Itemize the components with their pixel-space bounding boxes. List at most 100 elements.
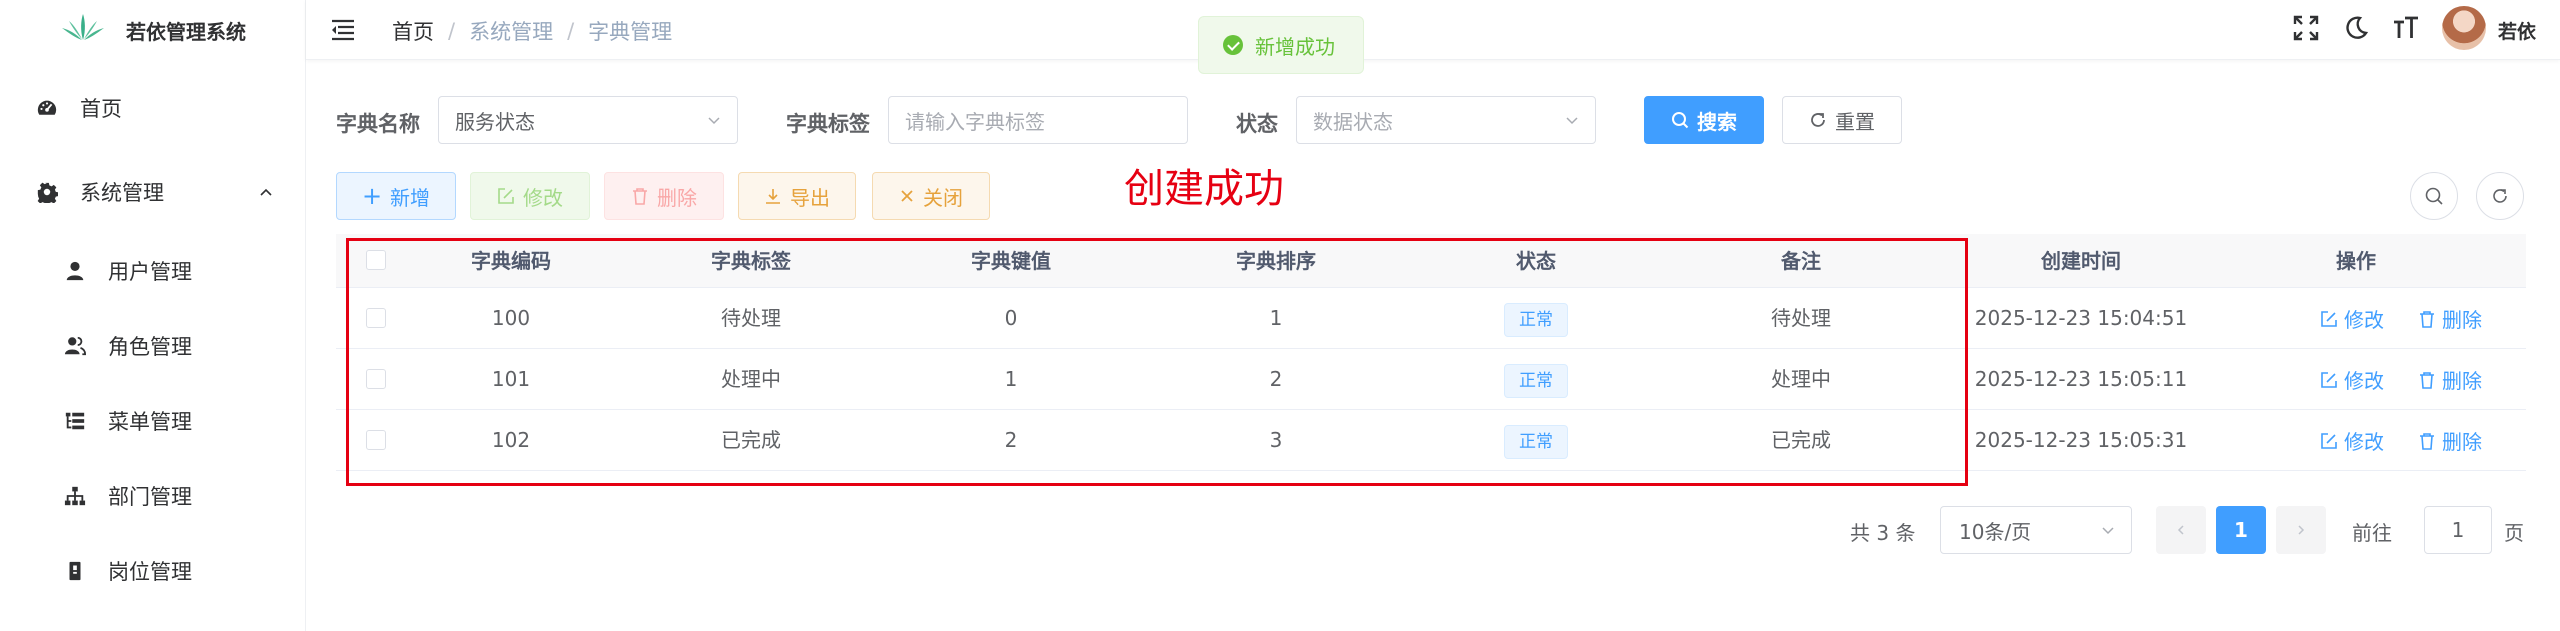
search-icon [2425,187,2443,205]
reset-button-label: 重置 [1835,109,1875,134]
navbar: 首页 / 系统管理 / 字典管理 若依 [306,0,2560,60]
peoples-icon [64,336,86,356]
logo[interactable]: 若依管理系统 [0,0,306,58]
column-header: 操作 [2336,249,2376,273]
moon-icon[interactable] [2342,14,2370,42]
plus-icon: + [361,182,383,210]
status-placeholder: 数据状态 [1313,109,1393,134]
search-icon [1672,112,1689,129]
breadcrumb-separator: / [567,19,575,43]
row-edit-link[interactable]: 修改 [2320,410,2384,471]
row-edit-link[interactable]: 修改 [2320,288,2384,349]
chevron-right-icon [2298,525,2305,535]
toggle-search-button[interactable] [2410,172,2458,220]
sidebar-item-label: 部门管理 [108,485,192,509]
sidebar-item-posts[interactable]: 岗位管理 [0,542,306,600]
page-number-button[interactable]: 1 [2216,506,2266,554]
dict-name-value: 服务状态 [455,109,535,134]
refresh-icon [1811,113,1825,127]
tree-table-icon [65,412,85,430]
edit-icon [2321,310,2337,327]
chevron-left-icon [2177,525,2184,535]
trash-icon [2420,432,2434,450]
sidebar-item-home[interactable]: 首页 [0,78,306,138]
export-button-label: 导出 [790,185,830,210]
dict-label-placeholder: 请输入字典标签 [905,109,1045,134]
next-page-button[interactable] [2276,506,2326,554]
chevron-down-icon [1566,117,1578,125]
trash-icon [633,188,647,205]
chevron-up-icon [260,188,272,196]
reset-button[interactable]: 重置 [1782,96,1902,144]
username[interactable]: 若依 [2498,17,2536,44]
column-header[interactable]: 创建时间 [1936,234,2226,288]
trash-icon [2420,371,2434,389]
prev-page-button[interactable] [2156,506,2206,554]
dashboard-icon [37,100,57,115]
sidebar-item-depts[interactable]: 部门管理 [0,467,306,525]
cell-created: 2025-12-23 15:05:31 [1974,428,2188,452]
font-size-icon[interactable] [2392,14,2420,42]
search-button-label: 搜索 [1697,109,1737,134]
row-delete-label: 删除 [2442,369,2482,393]
status-select[interactable]: 数据状态 [1296,96,1596,144]
sidebar-item-roles[interactable]: 角色管理 [0,317,306,375]
breadcrumb-home[interactable]: 首页 [392,16,434,46]
app-title: 若依管理系统 [126,20,246,44]
avatar[interactable] [2442,6,2486,50]
delete-button[interactable]: 删除 [604,172,724,220]
edit-icon [2321,432,2337,449]
close-button[interactable]: 关闭 [872,172,990,220]
row-edit-label: 修改 [2344,369,2384,393]
row-delete-link[interactable]: 删除 [2418,410,2482,471]
breadcrumb-system[interactable]: 系统管理 [469,16,553,46]
page-suffix: 页 [2504,521,2524,545]
breadcrumb-separator: / [448,19,456,43]
sidebar-item-label: 首页 [80,97,122,121]
toast-message: 新增成功 [1255,34,1335,59]
sidebar-item-users[interactable]: 用户管理 [0,242,306,300]
edit-button[interactable]: 修改 [470,172,590,220]
sidebar: 若依管理系统 首页 系统管理 用户管理 角色管理 菜单管理 部门管理 岗位管理 [0,0,306,631]
page-size-select[interactable]: 10条/页 [1940,506,2132,554]
row-edit-label: 修改 [2344,430,2384,454]
sidebar-item-menus[interactable]: 菜单管理 [0,392,306,450]
hamburger-icon[interactable] [330,17,356,43]
row-edit-label: 修改 [2344,308,2384,332]
search-button[interactable]: 搜索 [1644,96,1764,144]
sidebar-item-label: 菜单管理 [108,410,192,434]
export-button[interactable]: 导出 [738,172,856,220]
add-button[interactable]: + 新增 [336,172,456,220]
tree-icon [64,486,86,506]
row-delete-link[interactable]: 删除 [2418,349,2482,410]
row-delete-label: 删除 [2442,430,2482,454]
cell-created: 2025-12-23 15:05:11 [1974,367,2188,391]
status-label: 状态 [1236,112,1278,136]
cell-created: 2025-12-23 15:04:51 [1974,306,2188,330]
check-circle-icon [1223,35,1243,55]
sidebar-item-label: 角色管理 [108,335,192,359]
gear-icon [37,182,58,203]
download-icon [766,189,780,204]
annotation-text: 创建成功 [1124,166,1284,212]
dict-label-input[interactable]: 请输入字典标签 [888,96,1188,144]
trash-icon [2420,310,2434,328]
fullscreen-icon[interactable] [2292,14,2320,42]
refresh-table-button[interactable] [2476,172,2524,220]
success-toast: 新增成功 [1198,16,1364,74]
dict-name-select[interactable]: 服务状态 [438,96,738,144]
sidebar-item-system[interactable]: 系统管理 [0,162,306,222]
row-delete-link[interactable]: 删除 [2418,288,2482,349]
page-size-value: 10条/页 [1959,519,2032,544]
add-button-label: 新增 [390,185,431,210]
sidebar-item-label: 系统管理 [80,181,164,205]
edit-button-label: 修改 [523,185,563,210]
row-delete-label: 删除 [2442,308,2482,332]
row-edit-link[interactable]: 修改 [2320,349,2384,410]
goto-page-input[interactable]: 1 [2424,506,2492,554]
annotation-highlight-box [346,238,1968,486]
sidebar-item-label: 用户管理 [108,260,192,284]
refresh-icon [2493,189,2507,203]
delete-button-label: 删除 [657,185,697,210]
breadcrumb: 首页 / 系统管理 / 字典管理 [392,16,672,46]
